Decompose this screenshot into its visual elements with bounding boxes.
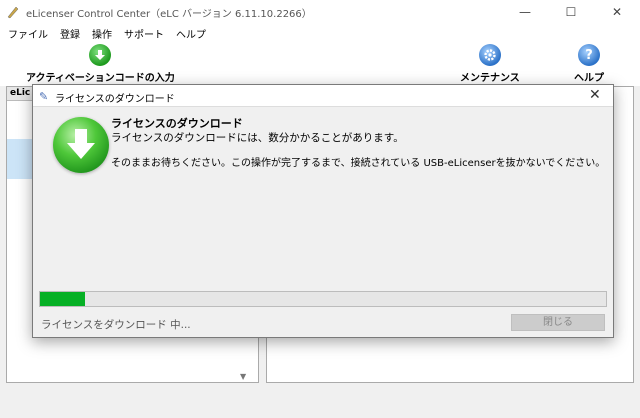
help-button[interactable]: ? ヘルプ: [574, 44, 604, 84]
dialog-message-duration: ライセンスのダウンロードには、数分かかることがあります。: [111, 132, 404, 144]
dialog-close-icon[interactable]: ✕: [589, 87, 601, 103]
pen-icon: ✎: [39, 90, 49, 103]
help-glyph: ?: [585, 47, 593, 63]
close-button[interactable]: 閉じる: [511, 314, 605, 331]
menu-help[interactable]: ヘルプ: [176, 26, 206, 41]
toolbar: アクティベーションコードの入力 メンテナンス ? ヘルプ: [0, 42, 640, 86]
progress-fill: [40, 292, 86, 306]
menu-support[interactable]: サポート: [124, 26, 164, 41]
maximize-button[interactable]: ☐: [548, 0, 594, 24]
menu-register[interactable]: 登録: [60, 26, 80, 41]
window-title: eLicenser Control Center（eLC バージョン 6.11.…: [26, 9, 312, 20]
dialog-message-warning: そのままお待ちください。この操作が完了するまで、接続されている USB-eLic…: [111, 158, 606, 169]
dialog-heading: ライセンスのダウンロード: [111, 117, 243, 130]
download-icon: [53, 117, 109, 173]
minimize-button[interactable]: —: [502, 0, 548, 24]
selected-item[interactable]: [7, 139, 33, 179]
menu-bar: ファイル 登録 操作 サポート ヘルプ: [0, 24, 640, 42]
status-text: ライセンスをダウンロード 中...: [41, 319, 191, 331]
license-download-dialog: ✎ ライセンスのダウンロード ✕ ライセンスのダウンロード ライセンスのダウンロ…: [32, 84, 614, 338]
download-arrow-icon: [89, 44, 112, 66]
dialog-titlebar: ✎ ライセンスのダウンロード ✕: [33, 85, 613, 107]
activation-code-button[interactable]: アクティベーションコードの入力: [26, 44, 175, 84]
dialog-title: ライセンスのダウンロード: [55, 94, 175, 105]
help-icon: ?: [578, 44, 600, 66]
scroll-down-icon[interactable]: ▼: [240, 372, 246, 381]
maintenance-label: メンテナンス: [460, 73, 520, 84]
help-label: ヘルプ: [574, 73, 604, 84]
menu-file[interactable]: ファイル: [8, 26, 48, 41]
maintenance-button[interactable]: メンテナンス: [460, 44, 520, 84]
app-icon: [7, 6, 19, 19]
window-close-button[interactable]: ✕: [594, 0, 640, 24]
activation-code-label: アクティベーションコードの入力: [26, 73, 175, 84]
download-progress-bar: [39, 291, 607, 307]
menu-operation[interactable]: 操作: [92, 26, 112, 41]
gear-icon: [478, 44, 501, 66]
main-titlebar: eLicenser Control Center（eLC バージョン 6.11.…: [0, 0, 640, 24]
